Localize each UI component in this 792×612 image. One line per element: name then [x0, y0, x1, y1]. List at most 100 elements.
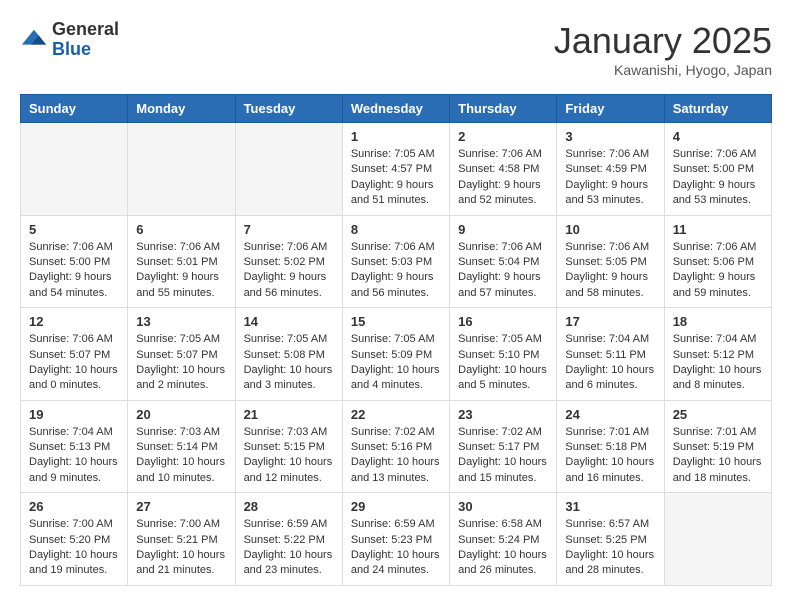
day-info: Sunrise: 7:06 AM Sunset: 5:04 PM Dayligh…: [458, 240, 548, 302]
day-info: Sunrise: 7:06 AM Sunset: 5:07 PM Dayligh…: [29, 332, 119, 394]
day-number: 1: [351, 129, 441, 144]
day-info: Sunrise: 7:06 AM Sunset: 5:00 PM Dayligh…: [673, 147, 763, 209]
calendar-cell: 9 Sunrise: 7:06 AM Sunset: 5:04 PM Daylig…: [450, 215, 557, 308]
day-number: 24: [565, 407, 655, 422]
day-info: Sunrise: 7:02 AM Sunset: 5:17 PM Dayligh…: [458, 425, 548, 487]
calendar-cell: 13 Sunrise: 7:05 AM Sunset: 5:07 PM Dayli…: [128, 308, 235, 401]
calendar-cell: 31Sunrise: 6:57 AM Sunset: 5:25 PM Dayli…: [557, 493, 664, 586]
day-number: 22: [351, 407, 441, 422]
calendar-cell: 16 Sunrise: 7:05 AM Sunset: 5:10 PM Dayli…: [450, 308, 557, 401]
day-number: 13: [136, 314, 226, 329]
calendar-cell: 14 Sunrise: 7:05 AM Sunset: 5:08 PM Dayli…: [235, 308, 342, 401]
calendar-cell: 17Sunrise: 7:04 AM Sunset: 5:11 PM Dayli…: [557, 308, 664, 401]
logo-icon: [20, 26, 48, 54]
weekday-header-row: SundayMondayTuesdayWednesdayThursdayFrid…: [21, 95, 772, 123]
week-row: 1 Sunrise: 7:05 AM Sunset: 4:57 PM Daylig…: [21, 123, 772, 216]
day-info: Sunrise: 7:04 AM Sunset: 5:13 PM Dayligh…: [29, 425, 119, 487]
day-info: Sunrise: 7:01 AM Sunset: 5:19 PM Dayligh…: [673, 425, 763, 487]
weekday-header: Tuesday: [235, 95, 342, 123]
week-row: 26 Sunrise: 7:00 AM Sunset: 5:20 PM Dayli…: [21, 493, 772, 586]
location: Kawanishi, Hyogo, Japan: [554, 62, 772, 78]
week-row: 5 Sunrise: 7:06 AM Sunset: 5:00 PM Daylig…: [21, 215, 772, 308]
calendar-cell: 1 Sunrise: 7:05 AM Sunset: 4:57 PM Daylig…: [342, 123, 449, 216]
logo: General Blue: [20, 20, 119, 60]
day-info: Sunrise: 7:06 AM Sunset: 5:03 PM Dayligh…: [351, 240, 441, 302]
calendar-cell: [21, 123, 128, 216]
calendar-cell: 23 Sunrise: 7:02 AM Sunset: 5:17 PM Dayli…: [450, 400, 557, 493]
day-info: Sunrise: 7:03 AM Sunset: 5:15 PM Dayligh…: [244, 425, 334, 487]
day-number: 5: [29, 222, 119, 237]
calendar-cell: 19Sunrise: 7:04 AM Sunset: 5:13 PM Dayli…: [21, 400, 128, 493]
day-number: 16: [458, 314, 548, 329]
day-info: Sunrise: 7:05 AM Sunset: 5:10 PM Dayligh…: [458, 332, 548, 394]
calendar-cell: 29 Sunrise: 6:59 AM Sunset: 5:23 PM Dayli…: [342, 493, 449, 586]
day-number: 18: [673, 314, 763, 329]
day-info: Sunrise: 7:00 AM Sunset: 5:20 PM Dayligh…: [29, 517, 119, 579]
day-info: Sunrise: 7:05 AM Sunset: 5:09 PM Dayligh…: [351, 332, 441, 394]
day-number: 14: [244, 314, 334, 329]
month-title: January 2025: [554, 20, 772, 62]
weekday-header: Thursday: [450, 95, 557, 123]
calendar-cell: [664, 493, 771, 586]
calendar-cell: 18 Sunrise: 7:04 AM Sunset: 5:12 PM Dayli…: [664, 308, 771, 401]
day-number: 3: [565, 129, 655, 144]
day-info: Sunrise: 6:59 AM Sunset: 5:23 PM Dayligh…: [351, 517, 441, 579]
day-info: Sunrise: 7:06 AM Sunset: 5:06 PM Dayligh…: [673, 240, 763, 302]
calendar-cell: 20 Sunrise: 7:03 AM Sunset: 5:14 PM Dayli…: [128, 400, 235, 493]
day-info: Sunrise: 7:06 AM Sunset: 4:58 PM Dayligh…: [458, 147, 548, 209]
day-number: 27: [136, 499, 226, 514]
calendar-cell: 26 Sunrise: 7:00 AM Sunset: 5:20 PM Dayli…: [21, 493, 128, 586]
calendar-cell: 6 Sunrise: 7:06 AM Sunset: 5:01 PM Daylig…: [128, 215, 235, 308]
calendar-cell: 11Sunrise: 7:06 AM Sunset: 5:06 PM Dayli…: [664, 215, 771, 308]
day-info: Sunrise: 7:06 AM Sunset: 5:01 PM Dayligh…: [136, 240, 226, 302]
day-number: 26: [29, 499, 119, 514]
day-info: Sunrise: 7:01 AM Sunset: 5:18 PM Dayligh…: [565, 425, 655, 487]
day-number: 21: [244, 407, 334, 422]
calendar-cell: 25Sunrise: 7:01 AM Sunset: 5:19 PM Dayli…: [664, 400, 771, 493]
day-info: Sunrise: 7:05 AM Sunset: 5:08 PM Dayligh…: [244, 332, 334, 394]
day-info: Sunrise: 7:02 AM Sunset: 5:16 PM Dayligh…: [351, 425, 441, 487]
day-number: 10: [565, 222, 655, 237]
weekday-header: Friday: [557, 95, 664, 123]
day-info: Sunrise: 6:57 AM Sunset: 5:25 PM Dayligh…: [565, 517, 655, 579]
calendar-cell: 3 Sunrise: 7:06 AM Sunset: 4:59 PM Daylig…: [557, 123, 664, 216]
calendar-cell: 28Sunrise: 6:59 AM Sunset: 5:22 PM Dayli…: [235, 493, 342, 586]
calendar-cell: 24 Sunrise: 7:01 AM Sunset: 5:18 PM Dayli…: [557, 400, 664, 493]
calendar-cell: 7Sunrise: 7:06 AM Sunset: 5:02 PM Daylig…: [235, 215, 342, 308]
calendar-cell: 15 Sunrise: 7:05 AM Sunset: 5:09 PM Dayli…: [342, 308, 449, 401]
day-info: Sunrise: 7:05 AM Sunset: 5:07 PM Dayligh…: [136, 332, 226, 394]
calendar-cell: 27 Sunrise: 7:00 AM Sunset: 5:21 PM Dayli…: [128, 493, 235, 586]
day-number: 15: [351, 314, 441, 329]
day-info: Sunrise: 7:06 AM Sunset: 4:59 PM Dayligh…: [565, 147, 655, 209]
logo-text: General Blue: [52, 20, 119, 60]
week-row: 12 Sunrise: 7:06 AM Sunset: 5:07 PM Dayli…: [21, 308, 772, 401]
calendar-cell: 12 Sunrise: 7:06 AM Sunset: 5:07 PM Dayli…: [21, 308, 128, 401]
day-info: Sunrise: 7:00 AM Sunset: 5:21 PM Dayligh…: [136, 517, 226, 579]
day-number: 29: [351, 499, 441, 514]
day-number: 12: [29, 314, 119, 329]
page-header: General Blue January 2025 Kawanishi, Hyo…: [20, 20, 772, 78]
weekday-header: Saturday: [664, 95, 771, 123]
calendar-cell: 22 Sunrise: 7:02 AM Sunset: 5:16 PM Dayli…: [342, 400, 449, 493]
day-number: 30: [458, 499, 548, 514]
day-number: 28: [244, 499, 334, 514]
day-number: 20: [136, 407, 226, 422]
day-info: Sunrise: 7:06 AM Sunset: 5:02 PM Dayligh…: [244, 240, 334, 302]
calendar-cell: [128, 123, 235, 216]
day-info: Sunrise: 7:06 AM Sunset: 5:05 PM Dayligh…: [565, 240, 655, 302]
day-number: 9: [458, 222, 548, 237]
logo-general: General: [52, 19, 119, 39]
day-info: Sunrise: 7:04 AM Sunset: 5:12 PM Dayligh…: [673, 332, 763, 394]
day-number: 23: [458, 407, 548, 422]
day-number: 2: [458, 129, 548, 144]
day-info: Sunrise: 7:06 AM Sunset: 5:00 PM Dayligh…: [29, 240, 119, 302]
day-number: 8: [351, 222, 441, 237]
day-info: Sunrise: 7:03 AM Sunset: 5:14 PM Dayligh…: [136, 425, 226, 487]
day-info: Sunrise: 7:05 AM Sunset: 4:57 PM Dayligh…: [351, 147, 441, 209]
calendar-cell: 30Sunrise: 6:58 AM Sunset: 5:24 PM Dayli…: [450, 493, 557, 586]
calendar-cell: 5 Sunrise: 7:06 AM Sunset: 5:00 PM Daylig…: [21, 215, 128, 308]
day-info: Sunrise: 7:04 AM Sunset: 5:11 PM Dayligh…: [565, 332, 655, 394]
logo-blue: Blue: [52, 39, 91, 59]
calendar-cell: 21 Sunrise: 7:03 AM Sunset: 5:15 PM Dayli…: [235, 400, 342, 493]
day-number: 6: [136, 222, 226, 237]
